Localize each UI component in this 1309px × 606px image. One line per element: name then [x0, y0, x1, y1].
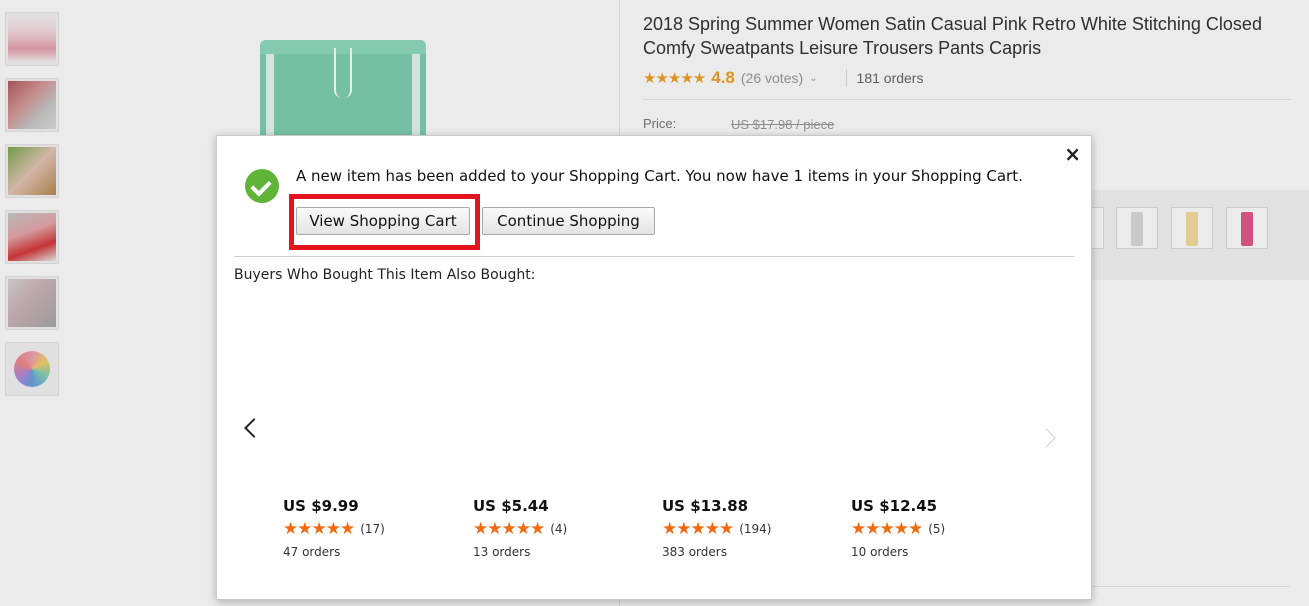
also-bought-heading: Buyers Who Bought This Item Also Bought: [234, 267, 536, 283]
rating-stars-icon: ★★★★★ [473, 519, 545, 539]
continue-shopping-button[interactable]: Continue Shopping [482, 207, 655, 235]
item-orders: 47 orders [283, 545, 341, 559]
cart-added-message: A new item has been added to your Shoppi… [296, 167, 1023, 185]
rating-count: (4) [550, 522, 568, 536]
item-orders: 383 orders [662, 545, 727, 559]
recommended-item[interactable]: US $5.44 ★★★★★ (4) 13 orders [473, 497, 633, 559]
item-price[interactable]: US $5.44 [473, 497, 633, 515]
rating-stars-icon: ★★★★★ [283, 519, 355, 539]
rating-stars-icon: ★★★★★ [851, 519, 923, 539]
recommended-item[interactable]: US $12.45 ★★★★★ (5) 10 orders [851, 497, 1011, 559]
rating-count: (17) [360, 522, 385, 536]
item-orders: 13 orders [473, 545, 531, 559]
carousel-prev-icon[interactable] [244, 418, 264, 438]
close-icon[interactable]: × [1064, 142, 1081, 166]
item-orders: 10 orders [851, 545, 909, 559]
rating-count: (194) [739, 522, 772, 536]
item-price[interactable]: US $12.45 [851, 497, 1011, 515]
rating-stars-icon: ★★★★★ [662, 519, 734, 539]
view-shopping-cart-button[interactable]: View Shopping Cart [296, 207, 470, 235]
carousel-next-icon[interactable] [1036, 428, 1056, 448]
divider [234, 256, 1074, 257]
recommended-item[interactable]: US $9.99 ★★★★★ (17) 47 orders [283, 497, 443, 559]
rating-count: (5) [928, 522, 946, 536]
checkmark-icon [245, 169, 279, 203]
item-price[interactable]: US $9.99 [283, 497, 443, 515]
add-to-cart-dialog: × A new item has been added to your Shop… [216, 135, 1092, 600]
recommended-item[interactable]: US $13.88 ★★★★★ (194) 383 orders [662, 497, 822, 559]
item-price[interactable]: US $13.88 [662, 497, 822, 515]
